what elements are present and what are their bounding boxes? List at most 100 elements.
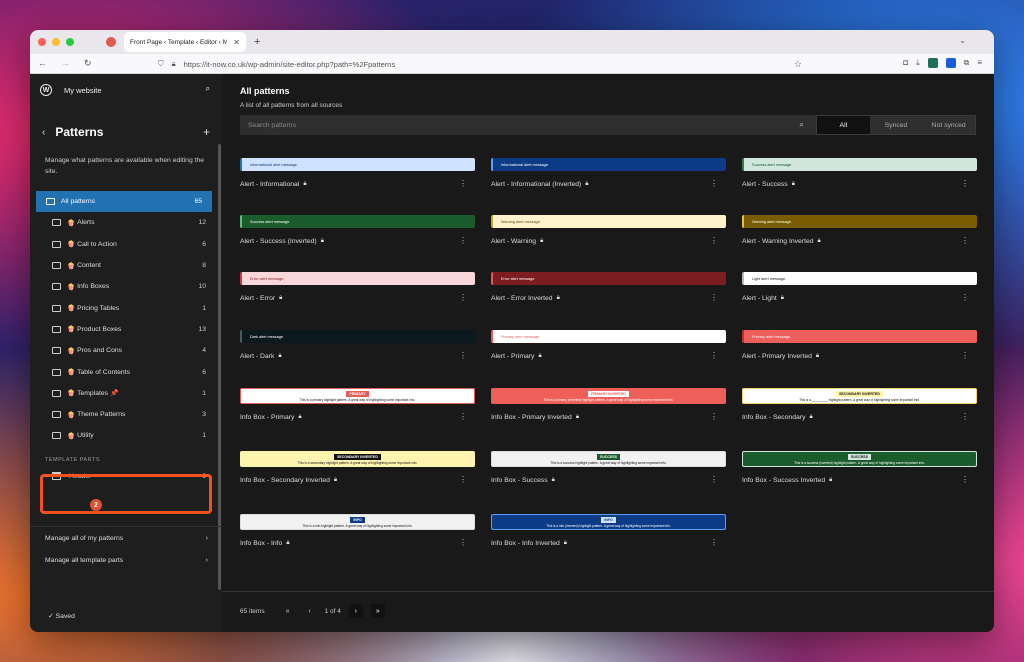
back-icon[interactable]: ←: [38, 58, 47, 69]
pattern-title[interactable]: Info Box - Secondary Inverted 🔒︎: [240, 477, 475, 484]
sidebar-item-pros-and-cons[interactable]: 🍿 Pros and Cons 4: [36, 340, 216, 361]
pattern-title[interactable]: Info Box - Primary 🔒︎: [240, 414, 475, 421]
sidebar-item-pricing-tables[interactable]: 🍿 Pricing Tables 1: [36, 297, 216, 318]
next-page-button[interactable]: ›: [348, 604, 363, 618]
more-options-icon[interactable]: ⋮: [710, 538, 718, 547]
pattern-card[interactable]: Dark alert message. Alert - Dark 🔒︎ ⋮: [240, 330, 475, 360]
pattern-card[interactable]: INFO This is a info (inverted) highlight …: [491, 514, 726, 547]
pattern-title[interactable]: Alert - Light 🔒︎: [742, 295, 977, 302]
pattern-card[interactable]: Informational alert message. Alert - Info…: [240, 158, 475, 188]
more-options-icon[interactable]: ⋮: [459, 179, 467, 188]
pattern-preview[interactable]: INFO This is a info highlight pattern. A …: [240, 514, 475, 530]
previous-page-button[interactable]: ‹: [303, 604, 317, 618]
pattern-card[interactable]: SUCCESS This is a success highlight patte…: [491, 451, 726, 484]
more-options-icon[interactable]: ⋮: [710, 351, 718, 360]
pattern-preview[interactable]: Error alert message.: [240, 272, 475, 285]
pattern-card[interactable]: SUCCESS This is a success (inverted) high…: [742, 451, 977, 484]
sidebar-scrollbar[interactable]: [218, 144, 221, 590]
more-options-icon[interactable]: ⋮: [961, 412, 969, 421]
pattern-card[interactable]: INFO This is a info highlight pattern. A …: [240, 514, 475, 547]
download-icon[interactable]: ⤓: [916, 58, 920, 68]
browser-tab[interactable]: Front Page ‹ Template ‹ Editor ‹ My ✕: [124, 32, 246, 52]
pattern-title[interactable]: Alert - Primary 🔒︎: [491, 353, 726, 360]
first-page-button[interactable]: «: [281, 604, 295, 618]
pattern-card[interactable]: Primary alert message. Alert - Primary 🔒︎ ⋮: [491, 330, 726, 360]
pattern-preview[interactable]: Dark alert message.: [240, 330, 475, 343]
pattern-title[interactable]: Alert - Warning 🔒︎: [491, 238, 726, 245]
more-options-icon[interactable]: ⋮: [459, 475, 467, 484]
pattern-card[interactable]: PRIMARY This is a primary highlight patte…: [240, 388, 475, 421]
pattern-card[interactable]: Success alert message. Alert - Success (I…: [240, 215, 475, 245]
more-options-icon[interactable]: ⋮: [961, 179, 969, 188]
more-options-icon[interactable]: ⋮: [710, 475, 718, 484]
more-options-icon[interactable]: ⋮: [459, 236, 467, 245]
more-options-icon[interactable]: ⋮: [710, 412, 718, 421]
pattern-title[interactable]: Info Box - Success Inverted 🔒︎: [742, 477, 977, 484]
pattern-card[interactable]: Error alert message. Alert - Error 🔒︎ ⋮: [240, 272, 475, 302]
pattern-card[interactable]: Warning alert message. Alert - Warning In…: [742, 215, 977, 245]
sidebar-item-templates[interactable]: 🍿 Templates 📌 1: [36, 383, 216, 404]
filter-all[interactable]: All: [817, 116, 870, 134]
more-options-icon[interactable]: ⋮: [710, 179, 718, 188]
sidebar-item-alerts[interactable]: 🍿 Alerts 12: [36, 212, 216, 233]
pattern-preview[interactable]: Primary alert message.: [742, 330, 977, 343]
menu-icon[interactable]: ≡: [977, 58, 982, 68]
back-chevron-icon[interactable]: ‹: [42, 127, 45, 138]
pattern-title[interactable]: Alert - Error Inverted 🔒︎: [491, 295, 726, 302]
extensions-puzzle-icon[interactable]: ⧉: [964, 58, 970, 68]
sidebar-item-content[interactable]: 🍿 Content 8: [36, 255, 216, 276]
pattern-preview[interactable]: Primary alert message.: [491, 330, 726, 343]
new-tab-icon[interactable]: +: [254, 36, 260, 48]
reload-icon[interactable]: ↻: [84, 58, 92, 69]
pattern-preview[interactable]: Informational alert message.: [491, 158, 726, 171]
pattern-title[interactable]: Alert - Primary Inverted 🔒︎: [742, 353, 977, 360]
close-tab-icon[interactable]: ✕: [233, 38, 240, 47]
filter-synced[interactable]: Synced: [870, 116, 923, 134]
pattern-title[interactable]: Info Box - Info Inverted 🔒︎: [491, 540, 726, 547]
forward-icon[interactable]: →: [61, 58, 70, 69]
sidebar-item-product-boxes[interactable]: 🍿 Product Boxes 13: [36, 319, 216, 340]
pattern-card[interactable]: Informational alert message. Alert - Info…: [491, 158, 726, 188]
list-tabs-icon[interactable]: ⌄: [959, 36, 966, 45]
manage-patterns-link[interactable]: Manage all of my patterns ›: [30, 528, 222, 549]
pattern-title[interactable]: Info Box - Info 🔒︎: [240, 540, 475, 547]
pattern-card[interactable]: Primary alert message. Alert - Primary In…: [742, 330, 977, 360]
pattern-title[interactable]: Alert - Success (Inverted) 🔒︎: [240, 238, 475, 245]
shield-icon[interactable]: ⛉: [158, 59, 164, 69]
sidebar-item-all-patterns[interactable]: All patterns 65: [36, 191, 212, 213]
more-options-icon[interactable]: ⋮: [459, 412, 467, 421]
pocket-icon[interactable]: ◘: [903, 58, 908, 68]
pattern-card[interactable]: Success alert message. Alert - Success 🔒︎ ⋮: [742, 158, 977, 188]
pattern-card[interactable]: Warning alert message. Alert - Warning 🔒︎ ⋮: [491, 215, 726, 245]
pattern-preview[interactable]: SECONDARY INVERTED This is a _________ hi…: [742, 388, 977, 404]
sidebar-item-table-of-contents[interactable]: 🍿 Table of Contents 6: [36, 361, 216, 382]
pattern-card[interactable]: Light alert message. Alert - Light 🔒︎ ⋮: [742, 272, 977, 302]
pattern-title[interactable]: Alert - Error 🔒︎: [240, 295, 475, 302]
pattern-preview[interactable]: Success alert message.: [742, 158, 977, 171]
pattern-preview[interactable]: Warning alert message.: [491, 215, 726, 228]
minimize-window-button[interactable]: [52, 38, 60, 46]
firefox-view-icon[interactable]: [106, 37, 116, 47]
pattern-card[interactable]: Error alert message. Alert - Error Invert…: [491, 272, 726, 302]
more-options-icon[interactable]: ⋮: [961, 293, 969, 302]
search-icon[interactable]: ⌕: [800, 120, 804, 130]
address-bar[interactable]: ⛉ 🔒︎ https://it-now.co.uk/wp-admin/site-…: [158, 56, 802, 72]
extension-icon[interactable]: [927, 58, 938, 68]
sidebar-item-call-to-action[interactable]: 🍿 Call to Action 6: [36, 234, 216, 255]
more-options-icon[interactable]: ⋮: [459, 538, 467, 547]
pattern-preview[interactable]: Light alert message.: [742, 272, 977, 285]
pattern-title[interactable]: Alert - Success 🔒︎: [742, 181, 977, 188]
more-options-icon[interactable]: ⋮: [710, 236, 718, 245]
pattern-preview[interactable]: SUCCESS This is a success (inverted) high…: [742, 451, 977, 467]
pattern-title[interactable]: Info Box - Secondary 🔒︎: [742, 414, 977, 421]
more-options-icon[interactable]: ⋮: [961, 475, 969, 484]
search-input[interactable]: Search patterns ⌕: [240, 115, 816, 135]
close-window-button[interactable]: [38, 38, 46, 46]
lock-icon[interactable]: 🔒︎: [172, 59, 176, 69]
more-options-icon[interactable]: ⋮: [459, 293, 467, 302]
sidebar-item-utility[interactable]: 🍿 Utility 1: [36, 425, 216, 446]
bitwarden-icon[interactable]: [945, 58, 956, 68]
maximize-window-button[interactable]: [66, 38, 74, 46]
add-pattern-button[interactable]: +: [203, 125, 210, 139]
wordpress-logo-icon[interactable]: W: [40, 84, 52, 96]
